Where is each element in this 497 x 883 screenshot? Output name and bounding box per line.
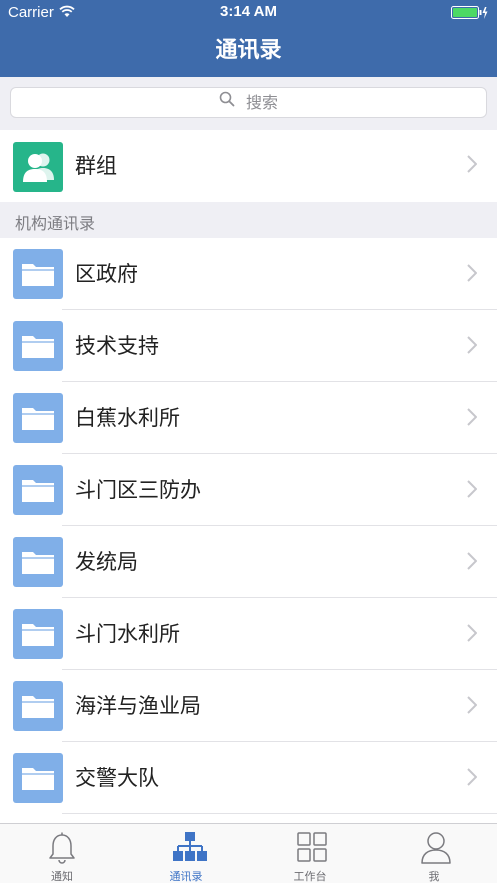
chevron-right-icon <box>467 480 478 502</box>
list-item[interactable]: 交警大队 <box>0 742 497 814</box>
org-chart-icon <box>172 831 208 869</box>
folder-icon <box>13 681 63 731</box>
list-item[interactable]: 白蕉水利所 <box>0 382 497 454</box>
chevron-right-icon <box>467 336 478 358</box>
status-time: 3:14 AM <box>220 3 277 20</box>
tab-label: 工作台 <box>293 870 327 883</box>
list-item[interactable]: 斗门水利所 <box>0 598 497 670</box>
grid-icon <box>296 831 328 867</box>
person-icon <box>420 831 452 869</box>
tab-workbench[interactable]: 工作台 <box>248 824 372 883</box>
chevron-right-icon <box>467 155 478 177</box>
list-item[interactable]: 斗门区三防办 <box>0 454 497 526</box>
list-item-label: 交警大队 <box>75 766 159 790</box>
search-placeholder: 搜索 <box>246 93 279 112</box>
folder-icon <box>13 753 63 803</box>
list-item-label: 技术支持 <box>75 334 159 358</box>
list-item[interactable]: 海洋与渔业局 <box>0 670 497 742</box>
tab-label: 通知 <box>51 870 73 883</box>
folder-icon <box>13 537 63 587</box>
chevron-right-icon <box>467 768 478 790</box>
tab-label: 通讯录 <box>169 870 203 883</box>
chevron-right-icon <box>467 264 478 286</box>
divider <box>62 813 497 814</box>
battery-icon <box>451 6 489 25</box>
list-item-label: 发统局 <box>75 550 138 574</box>
folder-icon <box>13 393 63 443</box>
tab-label: 我 <box>428 870 440 883</box>
chevron-right-icon <box>467 552 478 574</box>
org-list: 区政府 技术支持 白蕉水利所 斗门区三防办 发统局 斗门水利所 海洋与渔业局 交… <box>0 238 497 823</box>
search-area: 搜索 <box>0 77 497 129</box>
folder-icon <box>13 465 63 515</box>
group-row[interactable]: 群组 <box>0 130 497 202</box>
section-header-label: 机构通讯录 <box>15 214 96 233</box>
list-item[interactable]: 区政府 <box>0 238 497 310</box>
list-item-label: 区政府 <box>75 262 138 286</box>
bell-icon <box>48 831 76 869</box>
group-icon <box>13 142 63 192</box>
chevron-right-icon <box>467 696 478 718</box>
folder-icon <box>13 609 63 659</box>
group-label: 群组 <box>75 154 117 178</box>
tab-bar: 通知 通讯录 工作台 我 <box>0 823 497 883</box>
tab-notifications[interactable]: 通知 <box>0 824 124 883</box>
tab-me[interactable]: 我 <box>372 824 496 883</box>
folder-icon <box>13 321 63 371</box>
nav-bar: 通讯录 <box>0 26 497 77</box>
page-title: 通讯录 <box>215 38 282 63</box>
chevron-right-icon <box>467 408 478 430</box>
status-bar: Carrier 3:14 AM <box>0 0 497 26</box>
list-item-label: 海洋与渔业局 <box>75 694 201 718</box>
tab-contacts[interactable]: 通讯录 <box>124 824 248 883</box>
folder-icon <box>13 249 63 299</box>
section-header: 机构通讯录 <box>0 202 497 238</box>
search-icon <box>219 91 235 111</box>
list-item-label: 白蕉水利所 <box>75 406 180 430</box>
search-input[interactable]: 搜索 <box>10 87 487 118</box>
list-item-label: 斗门水利所 <box>75 622 180 646</box>
chevron-right-icon <box>467 624 478 646</box>
list-item[interactable]: 技术支持 <box>0 310 497 382</box>
list-item-label: 斗门区三防办 <box>75 478 201 502</box>
list-item[interactable]: 发统局 <box>0 526 497 598</box>
